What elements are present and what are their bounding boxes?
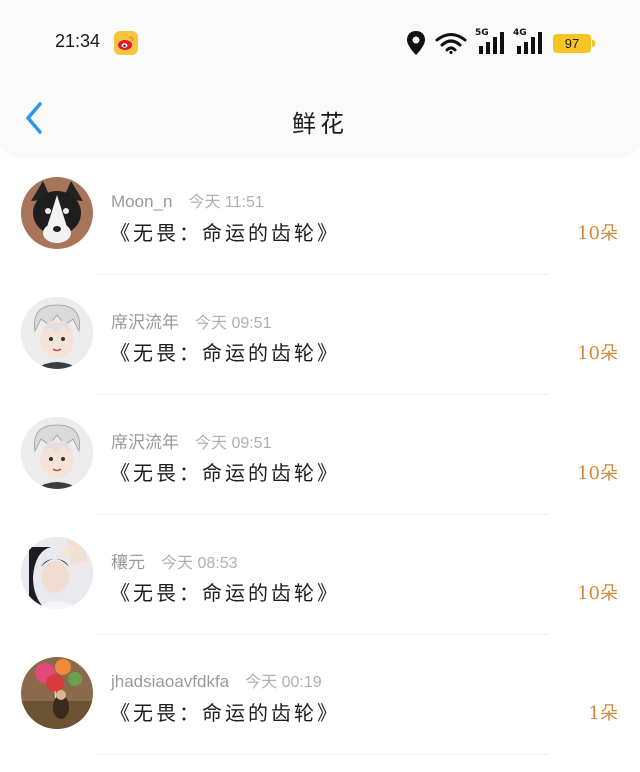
gift-title: 《无畏：命运的齿轮》 bbox=[110, 341, 340, 365]
flower-count: 10朵 bbox=[577, 463, 618, 484]
avatar[interactable] bbox=[21, 417, 93, 489]
divider bbox=[96, 754, 548, 755]
header: 21:34 5G 4G 97 鲜花 bbox=[0, 0, 640, 155]
status-bar: 21:34 5G 4G 97 bbox=[0, 22, 640, 66]
list-item[interactable]: 席沢流年 今天 09:51 《无畏：命运的齿轮》 10朵 bbox=[0, 395, 640, 515]
user-name-text: Moon_n bbox=[111, 192, 173, 211]
user-name-text: 穰元 bbox=[111, 553, 145, 572]
flower-count: 1朵 bbox=[588, 703, 618, 724]
battery-indicator: 97 bbox=[553, 34, 591, 53]
timestamp: 今天 11:51 bbox=[188, 194, 264, 211]
user-name: 穰元 今天 08:53 bbox=[111, 548, 238, 573]
timestamp: 今天 00:19 bbox=[245, 674, 322, 691]
status-icons: 5G 4G 97 bbox=[405, 28, 605, 56]
avatar[interactable] bbox=[21, 297, 93, 369]
location-icon bbox=[407, 31, 425, 55]
user-name: 席沢流年 今天 09:51 bbox=[111, 308, 272, 333]
battery-tip bbox=[592, 40, 595, 47]
gift-title: 《无畏：命运的齿轮》 bbox=[110, 581, 340, 605]
avatar[interactable] bbox=[21, 537, 93, 609]
flower-count: 10朵 bbox=[577, 343, 618, 364]
flower-count: 10朵 bbox=[577, 223, 618, 244]
page-title: 鲜花 bbox=[292, 110, 348, 138]
user-name-text: jhadsiaoavfdkfa bbox=[111, 672, 230, 691]
user-name: 席沢流年 今天 09:51 bbox=[111, 428, 272, 453]
flower-count: 10朵 bbox=[577, 583, 618, 604]
avatar[interactable] bbox=[21, 177, 93, 249]
timestamp: 今天 09:51 bbox=[195, 315, 272, 332]
wifi-icon bbox=[435, 33, 467, 54]
user-name: Moon_n 今天 11:51 bbox=[111, 188, 264, 212]
user-name-text: 席沢流年 bbox=[111, 313, 179, 332]
timestamp: 今天 08:53 bbox=[161, 555, 238, 572]
timestamp: 今天 09:51 bbox=[195, 435, 272, 452]
user-name-text: 席沢流年 bbox=[111, 433, 179, 452]
list-item[interactable]: jhadsiaoavfdkfa 今天 00:19 《无畏：命运的齿轮》 1朵 bbox=[0, 635, 640, 755]
user-name: jhadsiaoavfdkfa 今天 00:19 bbox=[111, 668, 322, 692]
gift-title: 《无畏：命运的齿轮》 bbox=[110, 701, 340, 725]
list-item[interactable]: 席沢流年 今天 09:51 《无畏：命运的齿轮》 10朵 bbox=[0, 275, 640, 395]
gift-title: 《无畏：命运的齿轮》 bbox=[110, 461, 340, 485]
avatar[interactable] bbox=[21, 657, 93, 729]
list-item[interactable]: Moon_n 今天 11:51 《无畏：命运的齿轮》 10朵 bbox=[0, 155, 640, 275]
weibo-icon bbox=[114, 31, 138, 55]
flower-list: Moon_n 今天 11:51 《无畏：命运的齿轮》 10朵 席沢流年 今天 09:… bbox=[0, 155, 640, 755]
nav-bar: 鲜花 bbox=[0, 90, 640, 150]
list-item[interactable]: 穰元 今天 08:53 《无畏：命运的齿轮》 10朵 bbox=[0, 515, 640, 635]
status-time: 21:34 bbox=[55, 31, 101, 51]
gift-title: 《无畏：命运的齿轮》 bbox=[110, 221, 340, 245]
